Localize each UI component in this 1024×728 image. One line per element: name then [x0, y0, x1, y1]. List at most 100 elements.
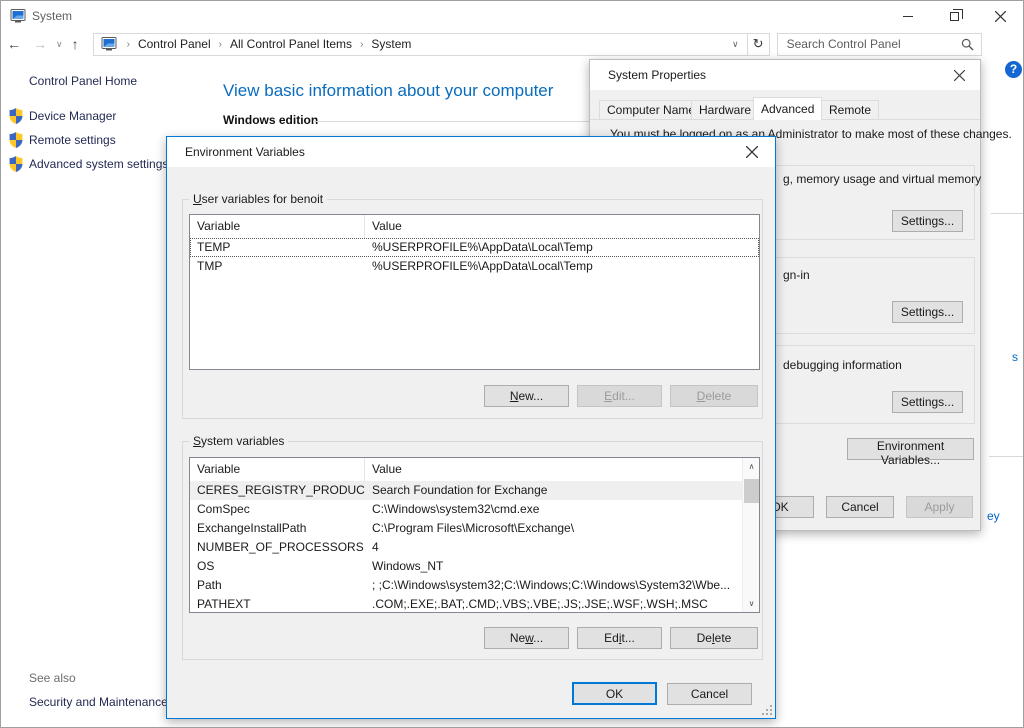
page-title: View basic information about your comput… — [223, 81, 553, 101]
startup-description-fragment: debugging information — [783, 358, 902, 372]
breadcrumb-separator: › — [356, 39, 367, 50]
see-also-heading: See also — [29, 671, 76, 685]
startup-settings-button[interactable]: Settings... — [892, 391, 963, 413]
table-row[interactable]: OS Windows_NT — [190, 557, 759, 576]
variable-cell: ExchangeInstallPath — [190, 519, 365, 538]
system-delete-button[interactable]: Delete — [670, 627, 758, 649]
column-header-variable[interactable]: Variable — [190, 215, 365, 238]
section-divider — [313, 121, 591, 122]
address-dropdown-icon[interactable]: ∨ — [724, 39, 747, 50]
label-part: ew... — [518, 389, 543, 403]
table-row[interactable]: NUMBER_OF_PROCESSORS 4 — [190, 538, 759, 557]
column-header-variable[interactable]: Variable — [190, 458, 365, 481]
column-header-value[interactable]: Value — [365, 458, 759, 481]
value-cell: C:\Program Files\Microsoft\Exchange\ — [365, 519, 759, 538]
sidebar-item-remote-settings[interactable]: Remote settings — [9, 132, 116, 148]
user-profiles-settings-button[interactable]: Settings... — [892, 301, 963, 323]
search-icon[interactable] — [954, 38, 981, 51]
performance-settings-button[interactable]: Settings... — [892, 210, 963, 232]
tab-advanced[interactable]: Advanced — [753, 97, 822, 120]
close-button[interactable] — [739, 143, 765, 161]
breadcrumb-all-items[interactable]: All Control Panel Items — [226, 37, 356, 51]
sidebar-item-security-and-maintenance[interactable]: Security and Maintenance — [29, 695, 168, 709]
performance-description-fragment: g, memory usage and virtual memory — [783, 172, 981, 186]
minimize-icon — [903, 16, 913, 17]
scrollbar-thumb[interactable] — [744, 479, 759, 503]
value-cell: %USERPROFILE%\AppData\Local\Temp — [365, 238, 759, 257]
vertical-scrollbar[interactable]: ∧ ∨ — [742, 458, 759, 612]
caption-buttons — [885, 1, 1023, 31]
table-row[interactable]: PATHEXT .COM;.EXE;.BAT;.CMD;.VBS;.VBE;.J… — [190, 595, 759, 613]
scroll-up-icon[interactable]: ∧ — [743, 458, 760, 475]
tab-remote[interactable]: Remote — [821, 100, 879, 120]
ok-button[interactable]: OK — [572, 682, 657, 705]
restore-button[interactable] — [931, 1, 977, 31]
window-title: System — [32, 9, 72, 23]
sidebar-item-advanced-system-settings[interactable]: Advanced system settings — [9, 156, 168, 172]
search-input[interactable] — [778, 37, 954, 51]
cancel-button[interactable]: Cancel — [667, 683, 752, 705]
tab-hardware[interactable]: Hardware — [691, 100, 759, 120]
breadcrumb-control-panel[interactable]: Control Panel — [134, 37, 215, 51]
column-header-value[interactable]: Value — [365, 215, 759, 238]
uac-shield-icon — [9, 108, 23, 124]
variable-cell: TEMP — [190, 238, 365, 257]
close-button[interactable] — [946, 66, 972, 84]
label-part: t... — [622, 631, 635, 645]
change-product-key-link-fragment[interactable]: ey — [987, 509, 1000, 523]
tab-computer-name[interactable]: Computer Name — [599, 100, 703, 120]
change-settings-link-fragment[interactable]: s — [1012, 350, 1018, 364]
value-cell: Search Foundation for Exchange — [365, 481, 759, 500]
recent-pages-dropdown[interactable]: ∨ — [53, 39, 66, 50]
table-row[interactable]: TMP %USERPROFILE%\AppData\Local\Temp — [190, 257, 759, 276]
user-variables-table[interactable]: Variable Value TEMP %USERPROFILE%\AppDat… — [189, 214, 760, 370]
variable-cell: TMP — [190, 257, 365, 276]
up-button[interactable]: ↑ — [66, 36, 85, 52]
uac-shield-icon — [9, 156, 23, 172]
dialog-titlebar: Environment Variables — [167, 137, 775, 167]
resize-grip[interactable] — [762, 705, 772, 715]
back-button[interactable]: ← — [1, 36, 27, 52]
table-header: Variable Value — [190, 458, 759, 481]
environment-variables-dialog: Environment Variables User variables for… — [166, 136, 776, 719]
sidebar-item-device-manager[interactable]: Device Manager — [9, 108, 116, 124]
table-row[interactable]: CERES_REGISTRY_PRODUCT... Search Foundat… — [190, 481, 759, 500]
help-button[interactable]: ? — [1005, 61, 1022, 78]
table-row[interactable]: Path ; ;C:\Windows\system32;C:\Windows;C… — [190, 576, 759, 595]
breadcrumb-separator: › — [215, 39, 226, 50]
sidebar-item-label: Advanced system settings — [29, 157, 168, 171]
minimize-button[interactable] — [885, 1, 931, 31]
sidebar-item-control-panel-home[interactable]: Control Panel Home — [29, 74, 137, 88]
variable-cell: NUMBER_OF_PROCESSORS — [190, 538, 365, 557]
table-row[interactable]: ComSpec C:\Windows\system32\cmd.exe — [190, 500, 759, 519]
system-new-button[interactable]: New... — [484, 627, 569, 649]
dialog-title: System Properties — [608, 68, 706, 82]
user-edit-button: Edit... — [577, 385, 662, 407]
table-row[interactable]: TEMP %USERPROFILE%\AppData\Local\Temp — [190, 238, 759, 257]
system-variables-table[interactable]: Variable Value CERES_REGISTRY_PRODUCT...… — [189, 457, 760, 613]
variable-cell: PATHEXT — [190, 595, 365, 613]
label-part: U — [193, 192, 202, 206]
environment-variables-button[interactable]: Environment Variables... — [847, 438, 974, 460]
forward-button: → — [27, 36, 53, 52]
label-part: D — [697, 389, 706, 403]
scroll-down-icon[interactable]: ∨ — [743, 595, 760, 612]
window-titlebar: System — [1, 1, 1023, 31]
user-new-button[interactable]: New... — [484, 385, 569, 407]
dialog-titlebar: System Properties — [590, 60, 980, 90]
address-bar[interactable]: › Control Panel › All Control Panel Item… — [93, 33, 748, 56]
variable-cell: OS — [190, 557, 365, 576]
sidebar-item-label: Device Manager — [29, 109, 116, 123]
value-cell: .COM;.EXE;.BAT;.CMD;.VBS;.VBE;.JS;.JSE;.… — [365, 595, 759, 613]
label-part: w — [525, 631, 533, 645]
variable-cell: ComSpec — [190, 500, 365, 519]
cancel-button[interactable]: Cancel — [826, 496, 894, 518]
label-part: Ed — [604, 631, 619, 645]
close-button[interactable] — [977, 1, 1023, 31]
refresh-button[interactable]: ↻ — [748, 33, 770, 56]
control-panel-icon — [101, 36, 117, 52]
label-part: ete — [715, 631, 732, 645]
table-row[interactable]: ExchangeInstallPath C:\Program Files\Mic… — [190, 519, 759, 538]
breadcrumb-system[interactable]: System — [367, 37, 415, 51]
system-edit-button[interactable]: Edit... — [577, 627, 662, 649]
